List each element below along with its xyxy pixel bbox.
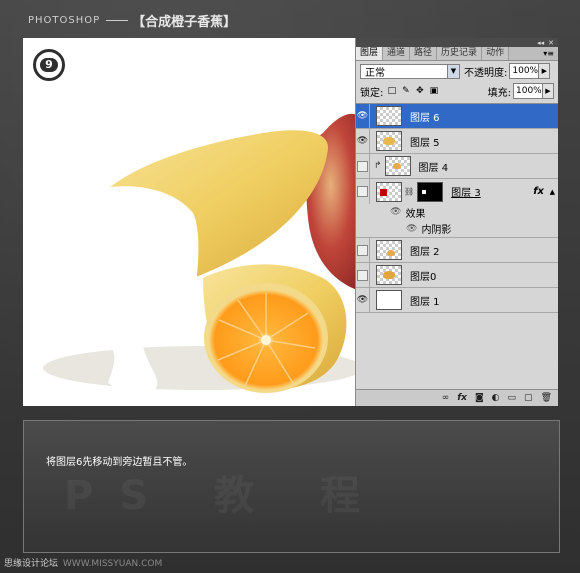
step-number: 9 (40, 58, 58, 72)
eye-icon[interactable]: 👁 (356, 288, 370, 312)
panel-tabs: 图层 通道 路径 历史记录 动作 ▾≡ (356, 47, 558, 61)
opacity-label: 不透明度: (464, 67, 508, 79)
layer-mask-thumbnail[interactable] (417, 181, 444, 202)
caption-text: 将图层6先移动到旁边暂且不管。 (46, 457, 193, 468)
panel-titlebar: ◂◂ ✕ (356, 38, 558, 47)
layer-thumbnail (376, 290, 402, 310)
footer-site-name: 思缘设计论坛 (4, 559, 59, 569)
effects-row: 👁 效果 (356, 204, 558, 220)
new-layer-icon[interactable]: ▢ (524, 393, 533, 403)
layers-list: 👁 图层 6 👁 图层 5 ↱ 图层 4 ⛓ 图层 3 fx ▲ � (356, 103, 558, 391)
layer-name: 图层0 (410, 271, 437, 283)
eye-icon[interactable]: 👁 (390, 207, 401, 217)
footer: 思缘设计论坛 WWW.MISSYUAN.COM (4, 556, 162, 569)
inner-shadow-row: 👁 内阴影 (356, 220, 558, 238)
visibility-toggle[interactable] (356, 263, 370, 287)
close-icon[interactable]: ✕ (548, 39, 554, 47)
inner-shadow-label: 内阴影 (421, 225, 452, 236)
layer-row-6[interactable]: 👁 图层 6 (356, 104, 558, 129)
watermark: PS 教 程 (64, 473, 386, 519)
visibility-toggle[interactable] (356, 154, 370, 178)
panel-menu-icon[interactable]: ▾≡ (539, 47, 558, 60)
fill-label: 填充: (487, 87, 511, 99)
collapse-icon[interactable]: ◂◂ (537, 39, 544, 47)
tab-channels[interactable]: 通道 (383, 47, 411, 60)
trash-icon[interactable]: 🗑 (541, 393, 552, 403)
layer-row-4[interactable]: ↱ 图层 4 (356, 154, 558, 179)
brand-text: PHOTOSHOP (28, 14, 101, 26)
lock-brush-icon[interactable]: ✎ (401, 86, 410, 96)
visibility-toggle[interactable] (356, 238, 370, 262)
link-layers-icon[interactable]: ∞ (442, 393, 450, 403)
layer-row-0[interactable]: 图层0 (356, 263, 558, 288)
caption-box: PS 教 程 将图层6先移动到旁边暂且不管。 (23, 420, 560, 553)
effects-label: 效果 (405, 208, 426, 220)
layer-name: 图层 1 (410, 296, 440, 308)
canvas-image: 9 (23, 38, 355, 406)
layer-row-2[interactable]: 图层 2 (356, 238, 558, 263)
fx-icon[interactable]: fx (457, 393, 467, 403)
tab-layers[interactable]: 图层 (356, 47, 384, 60)
layers-panel: ◂◂ ✕ 图层 通道 路径 历史记录 动作 ▾≡ 正常 ▼ 不透明度: 100%… (355, 38, 558, 406)
layer-thumbnail (376, 181, 402, 202)
lock-fill-row: 锁定: □ ✎ ✥ ▣ 填充: 100% ▶ (356, 81, 558, 101)
blend-mode-select[interactable]: 正常 ▼ (360, 63, 460, 79)
tab-paths[interactable]: 路径 (410, 47, 438, 60)
layer-thumbnail (376, 240, 402, 260)
lock-label: 锁定: (360, 87, 384, 99)
layer-row-1[interactable]: 👁 图层 1 (356, 288, 558, 313)
eye-icon[interactable]: 👁 (356, 129, 370, 153)
layer-name: 图层 3 (451, 188, 481, 199)
layer-name: 图层 2 (410, 246, 440, 258)
layer-thumbnail (384, 156, 411, 176)
page-title: 【合成橙子香蕉】 (132, 14, 237, 30)
layer-thumbnail (376, 131, 402, 151)
opacity-arrow-icon[interactable]: ▶ (539, 63, 551, 79)
chain-link-icon[interactable]: ⛓ (404, 187, 414, 196)
footer-site-url[interactable]: WWW.MISSYUAN.COM (63, 559, 162, 569)
layer-name: 图层 6 (410, 112, 440, 124)
layer-thumbnail (376, 106, 402, 126)
adjustment-layer-icon[interactable]: ◐ (492, 393, 500, 403)
fill-input[interactable]: 100% (513, 83, 543, 99)
layer-thumbnail (376, 265, 402, 285)
eye-icon[interactable]: 👁 (406, 224, 417, 234)
step-number-badge: 9 (33, 49, 65, 81)
clip-arrow-icon: ↱ (374, 161, 382, 171)
lock-transparent-icon[interactable]: □ (387, 86, 397, 96)
layer-name: 图层 4 (418, 162, 449, 174)
header: PHOTOSHOP 【合成橙子香蕉】 (28, 10, 236, 30)
tab-actions[interactable]: 动作 (482, 47, 510, 60)
title-divider (106, 19, 129, 21)
fruit-illustration (43, 113, 355, 393)
fx-icon[interactable]: fx (533, 186, 544, 197)
layer-name: 图层 5 (410, 137, 440, 149)
new-group-icon[interactable]: ▭ (508, 393, 517, 403)
blend-opacity-row: 正常 ▼ 不透明度: 100% ▶ (356, 61, 558, 81)
lock-all-icon[interactable]: ▣ (429, 86, 439, 96)
panel-bottom-toolbar: ∞ fx ◙ ◐ ▭ ▢ 🗑 (356, 389, 558, 406)
chevron-down-icon[interactable]: ▼ (447, 64, 459, 78)
expand-arrow-icon[interactable]: ▲ (550, 188, 555, 196)
layer-row-5[interactable]: 👁 图层 5 (356, 129, 558, 154)
eye-icon[interactable]: 👁 (356, 104, 370, 128)
tab-history[interactable]: 历史记录 (437, 47, 483, 60)
layer-row-3[interactable]: ⛓ 图层 3 fx ▲ (356, 179, 558, 204)
opacity-input[interactable]: 100% (509, 63, 540, 79)
lock-move-icon[interactable]: ✥ (415, 86, 424, 96)
add-mask-icon[interactable]: ◙ (475, 393, 484, 403)
fill-arrow-icon[interactable]: ▶ (543, 83, 554, 99)
blend-mode-value: 正常 (365, 67, 385, 79)
visibility-toggle[interactable] (356, 179, 370, 204)
